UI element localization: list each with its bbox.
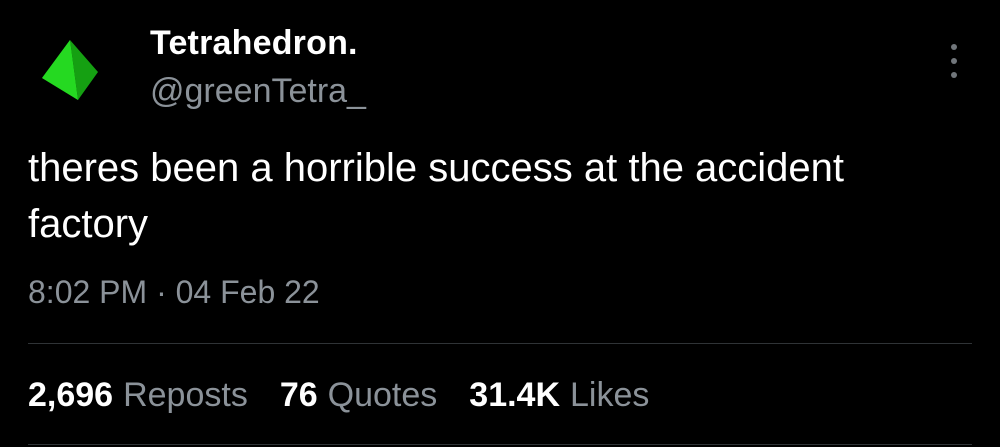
tweet-time: 8:02 PM: [28, 274, 148, 310]
reposts-count: 2,696: [28, 376, 114, 414]
tweet-timestamp[interactable]: 8:02 PM · 04 Feb 22: [28, 274, 320, 311]
likes-label: Likes: [570, 376, 650, 414]
more-vertical-icon: [951, 44, 957, 50]
divider: [28, 343, 972, 344]
tweet-detail: Tetrahedron. @greenTetra_ theres been a …: [0, 0, 1000, 447]
more-options-button[interactable]: [938, 42, 970, 80]
tweet-date: 04 Feb 22: [175, 274, 320, 310]
timestamp-separator: ·: [156, 274, 167, 310]
tweet-text: theres been a horrible success at the ac…: [28, 146, 845, 246]
likes-stat[interactable]: 31.4K Likes: [469, 376, 649, 415]
author-handle[interactable]: @greenTetra_: [150, 72, 366, 111]
quotes-count: 76: [279, 376, 318, 414]
likes-count: 31.4K: [469, 376, 561, 414]
engagement-stats: 2,696 Reposts 76 Quotes 31.4K Likes: [28, 376, 649, 415]
quotes-stat[interactable]: 76 Quotes: [280, 376, 437, 415]
quotes-label: Quotes: [327, 376, 438, 414]
reposts-label: Reposts: [123, 376, 248, 414]
reposts-stat[interactable]: 2,696 Reposts: [28, 376, 248, 415]
author-display-name[interactable]: Tetrahedron.: [150, 24, 358, 63]
divider: [28, 444, 972, 445]
avatar[interactable]: [40, 38, 100, 102]
